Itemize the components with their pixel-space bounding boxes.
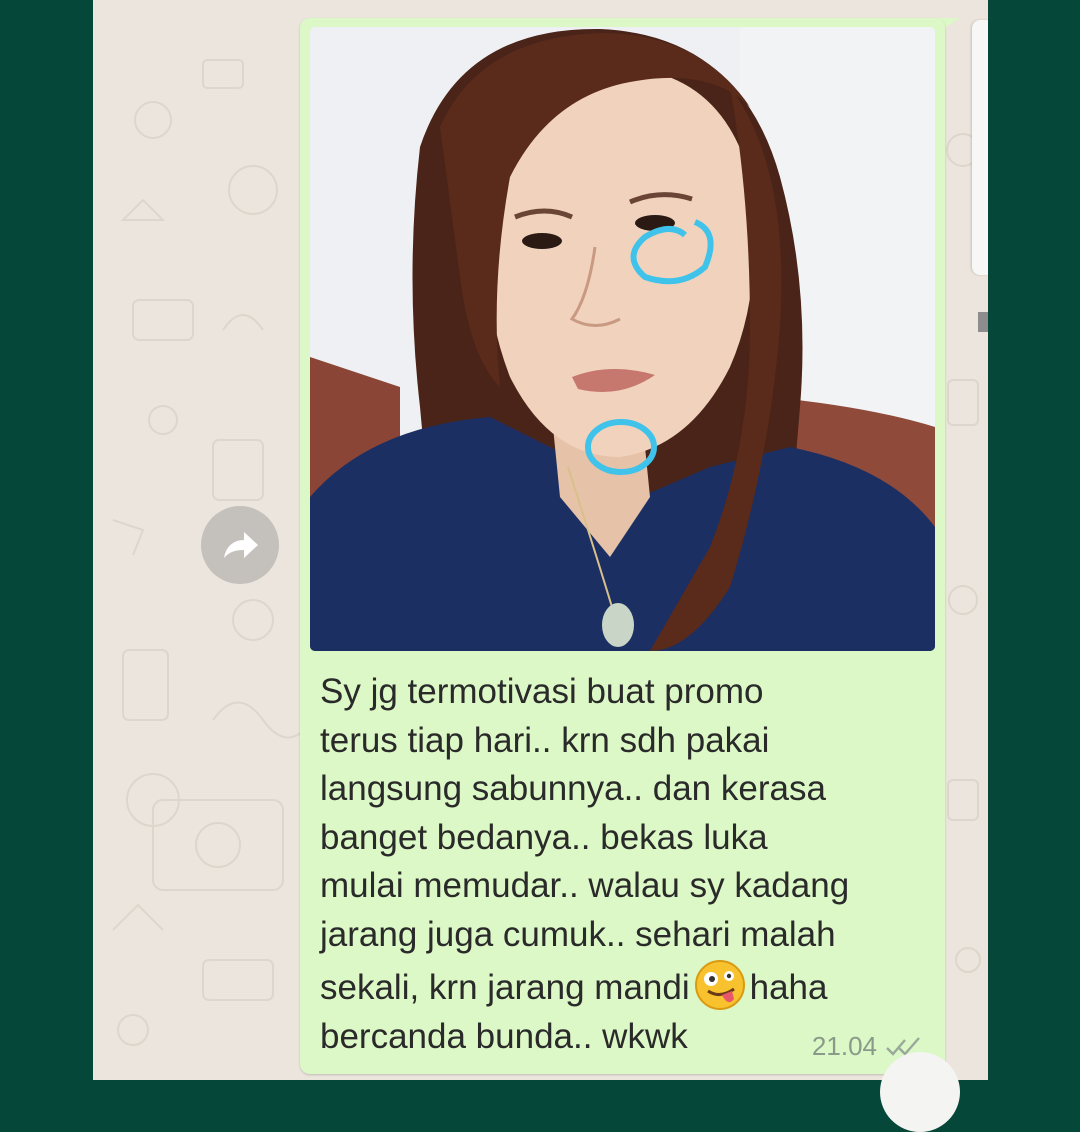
message-text: Sy jg termotivasi buat promo terus tiap … bbox=[320, 668, 930, 1061]
message-line: sekali, krn jarang mandi bbox=[320, 968, 690, 1007]
message-line: bercanda bunda.. wkwk bbox=[320, 1016, 688, 1056]
side-panel-edge bbox=[972, 20, 988, 275]
message-line-end: haha bbox=[749, 968, 828, 1007]
message-line: terus tiap hari.. krn sdh pakai bbox=[320, 720, 770, 760]
message-time: 21.04 bbox=[811, 1031, 877, 1061]
message-bubble[interactable]: Sy jg termotivasi buat promo terus tiap … bbox=[300, 18, 945, 1074]
selfie-photo[interactable] bbox=[310, 27, 935, 651]
forward-icon bbox=[224, 532, 258, 558]
zany-face-emoji-icon bbox=[694, 960, 745, 1010]
scroll-down-button[interactable] bbox=[880, 1052, 960, 1132]
message-line: mulai memudar.. walau sy kadang bbox=[320, 866, 850, 905]
message-line: langsung sabunnya.. dan kerasa bbox=[320, 769, 826, 808]
message-line: jarang juga cumuk.. sehari malah bbox=[320, 914, 836, 954]
message-line: banget bedanya.. bekas luka bbox=[320, 817, 768, 857]
forward-button[interactable] bbox=[201, 506, 279, 584]
message-line: Sy jg termotivasi buat promo bbox=[320, 672, 764, 711]
scrollbar[interactable] bbox=[978, 312, 988, 332]
